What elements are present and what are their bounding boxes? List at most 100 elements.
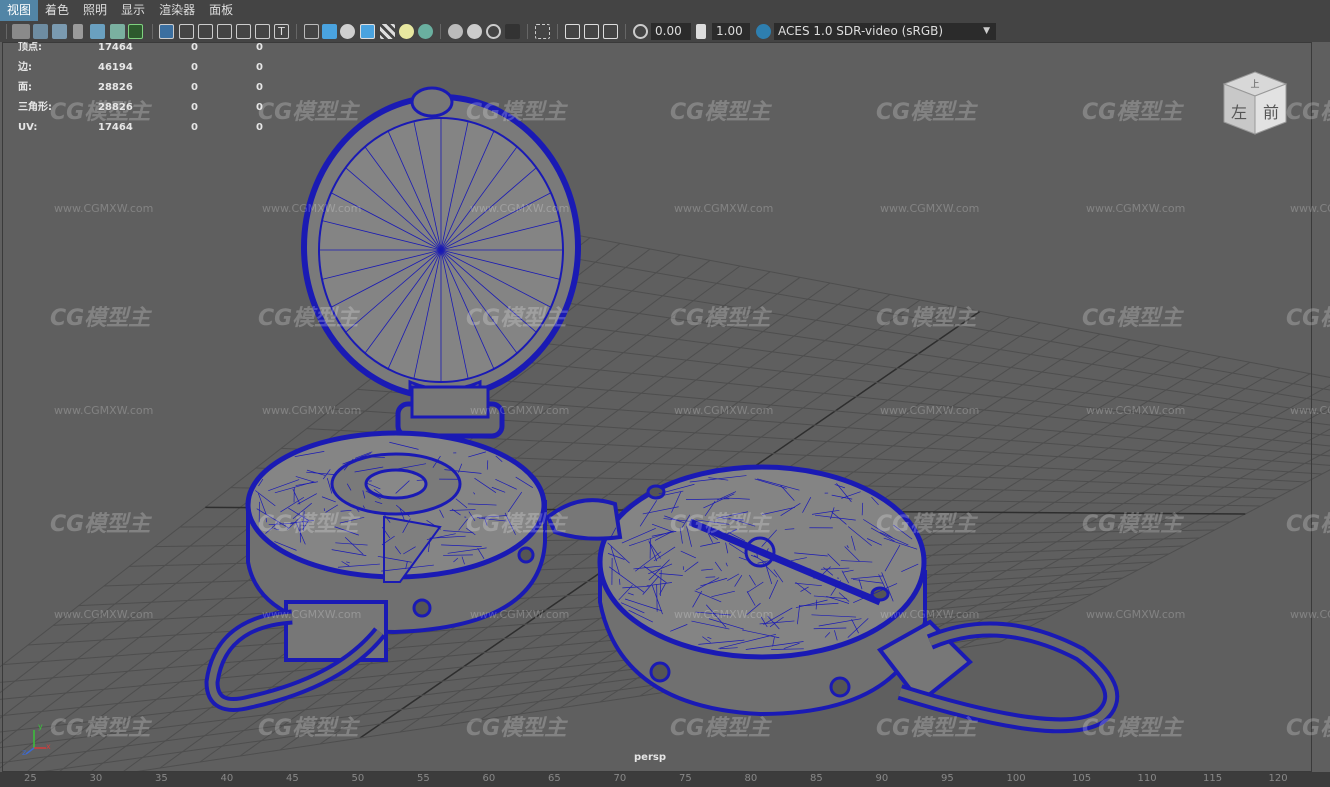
menu-panels[interactable]: 面板 [202,0,240,21]
axis-x-label: x [46,742,51,751]
xray-active-icon[interactable] [584,24,599,39]
resolution-gate-icon[interactable] [128,24,143,39]
gate-mask-icon[interactable] [159,24,174,39]
ruler-tick-label: 65 [548,773,561,784]
exposure-icon[interactable] [633,24,648,39]
hud-label: 顶点: [18,42,42,53]
ruler-tick-label: 60 [482,773,496,784]
ruler-tick-label: 85 [810,773,823,784]
panel-toolbar: T 0.00 1.00 ACES 1.0 SDR-video (sRGB) ▼ [0,21,1330,43]
film-gate-icon[interactable] [110,24,125,39]
axis-z-label: z [22,748,27,757]
hud-label: 三角形: [18,102,52,113]
hud-value: 0 [256,82,263,93]
hud-value: 0 [191,122,198,133]
toolbar-separator [296,24,297,39]
gamma-icon[interactable] [696,24,706,39]
hud-value: 28826 [98,82,133,93]
menu-renderer[interactable]: 渲染器 [152,0,202,21]
grid-line [458,310,1330,426]
backface-icon[interactable] [255,24,270,39]
hud-value: 0 [191,82,198,93]
time-slider-ruler[interactable]: 25 30 35 40 45 50 55 60 65 70 75 80 85 90 95 100 105 110 1… [0,772,1330,787]
lights-icon[interactable] [399,24,414,39]
ruler-tick-label: 70 [613,773,627,784]
image-plane-icon[interactable] [73,24,83,39]
ruler-tick-label: 50 [351,773,365,784]
ruler-tick-label: 100 [1006,773,1026,784]
gamma-field[interactable]: 1.00 [712,23,750,40]
ruler-tick-label: 30 [89,773,103,784]
ruler-tick-label: 40 [220,773,234,784]
scene-canvas [0,86,1330,787]
exposure-field[interactable]: 0.00 [651,23,691,40]
toolbar-separator [625,24,626,39]
ruler-tick-label: 110 [1137,773,1157,784]
wireframe-on-shaded-icon[interactable] [360,24,375,39]
depth-of-field-icon[interactable] [505,24,520,39]
xray-icon[interactable] [565,24,580,39]
compass-hinge [395,385,505,439]
ruler-tick-label: 120 [1268,773,1288,784]
smooth-shade-icon[interactable] [322,24,337,39]
ruler-tick-label: 45 [286,773,299,784]
field-chart-icon[interactable] [179,24,194,39]
perspective-viewport[interactable]: CG模型主CG模型主CG模型主CG模型主CG模型主CG模型主CG模型主CG模型主… [0,42,1330,787]
text-overlay-icon[interactable]: T [274,24,289,39]
toolbar-separator [557,24,558,39]
hud-value: 0 [256,122,263,133]
view-cube[interactable]: 上 左 前 [1222,70,1288,136]
hud-value: 17464 [98,42,133,53]
bookmark-icon[interactable] [52,24,67,39]
color-management-icon[interactable] [756,24,771,39]
camera-attr-icon[interactable] [33,24,48,39]
menu-view[interactable]: 视图 [0,0,39,21]
menu-lighting[interactable]: 照明 [76,0,114,21]
viewcube-left-label[interactable]: 左 [1231,103,1247,122]
hud-value: 28826 [98,102,133,113]
ruler-tick-label: 105 [1072,773,1092,784]
xray-joints-icon[interactable] [236,24,251,39]
camera-icon[interactable] [12,24,30,39]
ruler-tick-label: 95 [941,773,954,784]
isolate-select-icon[interactable] [535,24,550,39]
compass-closed-model[interactable] [545,464,1120,734]
view-transform-dropdown[interactable]: ACES 1.0 SDR-video (sRGB) ▼ [774,23,996,40]
menu-show[interactable]: 显示 [114,0,152,21]
safe-title-icon[interactable] [217,24,232,39]
compass-lid [301,86,581,402]
menu-shading[interactable]: 着色 [38,0,76,21]
toolbar-separator [440,24,441,39]
compass-handle [204,600,388,712]
maya-viewport-window: 视图 着色 照明 显示 渲染器 面板 T 0.00 1.00 ACES 1.0 … [0,0,1330,787]
panel-menu-bar: 视图 着色 照明 显示 渲染器 面板 [0,0,1330,21]
hud-label: UV: [18,122,38,133]
hud-value: 17464 [98,122,133,133]
safe-action-icon[interactable] [198,24,213,39]
grid-line [483,290,1330,415]
toolbar-separator [152,24,153,39]
shadows-icon[interactable] [418,24,433,39]
motion-blur-icon[interactable] [467,24,482,39]
default-material-icon[interactable] [340,24,355,39]
ruler-tick-label: 35 [155,773,168,784]
ruler-tick-label: 55 [417,773,430,784]
ruler-tick-label: 80 [744,773,758,784]
hud-value: 46194 [98,62,133,73]
viewcube-top-label[interactable]: 上 [1250,79,1259,90]
ambient-occlusion-icon[interactable] [448,24,463,39]
wireframe-icon[interactable] [304,24,319,39]
hud-value: 0 [191,42,198,53]
hud-value: 0 [256,42,263,53]
hud-value: 0 [256,62,263,73]
ruler-tick-label: 75 [679,773,692,784]
hud-value: 0 [191,62,198,73]
camera-name-label: persp [634,752,666,763]
hud-label: 面: [18,82,32,93]
xray-components-icon[interactable] [603,24,618,39]
viewcube-front-label[interactable]: 前 [1263,103,1279,122]
textured-icon[interactable] [380,24,395,39]
anti-alias-icon[interactable] [486,24,501,39]
grid-icon[interactable] [90,24,105,39]
ruler-tick-label: 115 [1203,773,1223,784]
